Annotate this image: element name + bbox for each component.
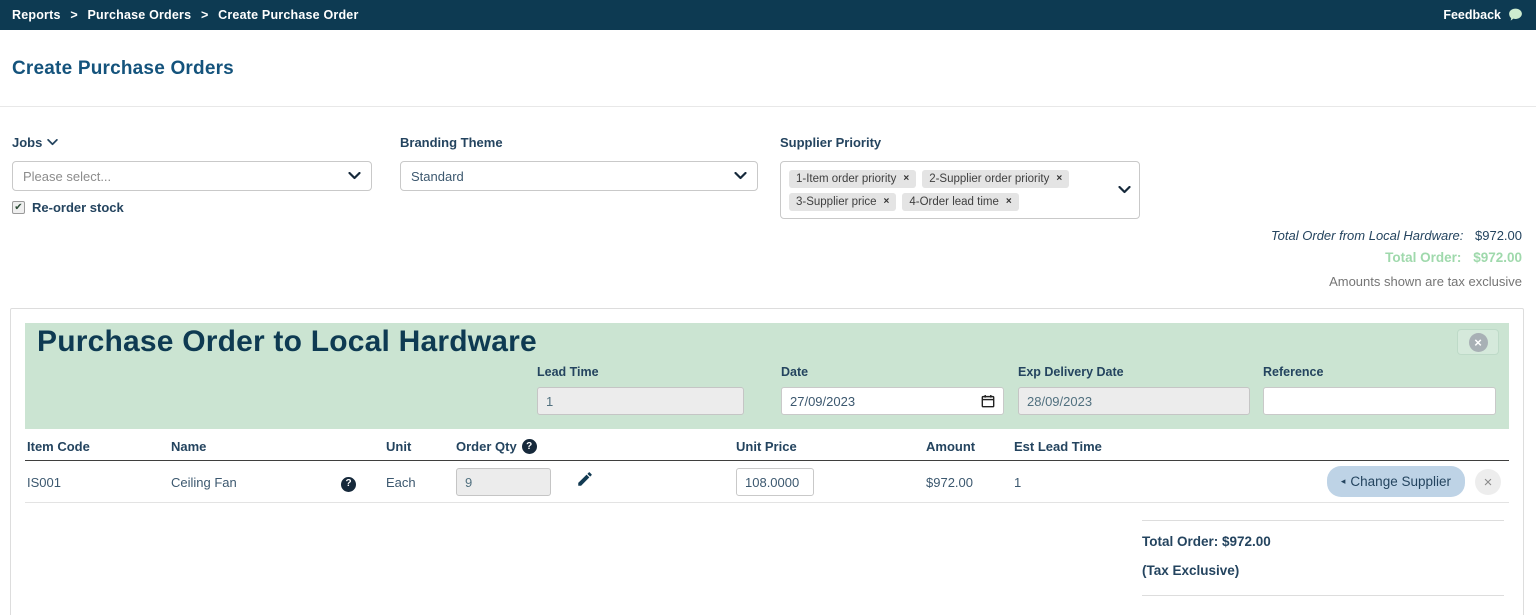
footer-total-order: Total Order: $972.00 (1142, 534, 1271, 549)
calendar-icon[interactable] (981, 394, 995, 408)
breadcrumb-purchase-orders[interactable]: Purchase Orders (88, 8, 192, 22)
help-icon[interactable]: ? (341, 476, 356, 492)
chevron-down-icon (1118, 185, 1131, 194)
breadcrumb-reports[interactable]: Reports (12, 8, 61, 22)
date-label: Date (781, 365, 809, 379)
jobs-select-placeholder: Please select... (23, 168, 112, 184)
reorder-stock-checkbox-row[interactable]: ✔ Re-order stock (12, 200, 124, 215)
breadcrumb: Reports > Purchase Orders > Create Purch… (12, 8, 359, 22)
remove-item-button[interactable]: × (1475, 469, 1501, 495)
purchase-order-panel: Purchase Order to Local Hardware × Lead … (10, 308, 1524, 615)
col-order-qty: Order Qty ? (456, 439, 537, 454)
col-name: Name (171, 439, 207, 454)
supplier-total-line: Total Order from Local Hardware: $972.00 (1271, 228, 1522, 243)
table-row: IS001 Ceiling Fan ? Each $972.00 1 ◂ Cha… (25, 461, 1509, 503)
col-amount: Amount (926, 439, 976, 454)
page-title: Create Purchase Orders (12, 58, 234, 79)
col-item-code: Item Code (27, 439, 90, 454)
table-header-row: Item Code Name Unit Order Qty ? Unit Pri… (25, 435, 1509, 461)
remove-order-button[interactable]: × (1457, 329, 1499, 355)
jobs-select[interactable]: Please select... (12, 161, 372, 191)
breadcrumb-separator: > (70, 8, 78, 22)
lead-time-field: Lead Time (537, 365, 744, 415)
speech-bubble-icon (1509, 8, 1522, 21)
est-lead-time-cell: 1 (1014, 475, 1022, 490)
item-code-cell: IS001 (27, 475, 61, 490)
checkbox-checked-icon[interactable]: ✔ (12, 201, 25, 214)
exp-delivery-date-field: Exp Delivery Date (1018, 365, 1250, 415)
priority-tag-list: 1-Item order priority × 2-Supplier order… (789, 169, 1097, 211)
unit-cell: Each (386, 475, 416, 490)
remove-tag-icon[interactable]: × (1006, 196, 1012, 207)
supplier-priority-label: Supplier Priority (780, 135, 882, 150)
item-help: ? (341, 474, 356, 492)
supplier-total-label: Total Order from Local Hardware: (1270, 228, 1464, 243)
feedback-button[interactable]: Feedback (1443, 7, 1524, 23)
reference-input[interactable] (1263, 387, 1496, 415)
item-name-cell: Ceiling Fan (171, 475, 237, 490)
chevron-down-icon (47, 139, 59, 146)
priority-tag: 2-Supplier order priority × (922, 169, 1070, 188)
priority-tag: 3-Supplier price × (789, 192, 897, 211)
remove-tag-icon[interactable]: × (903, 173, 909, 184)
feedback-label: Feedback (1443, 8, 1501, 22)
change-supplier-button[interactable]: ◂ Change Supplier (1326, 466, 1465, 497)
remove-tag-icon[interactable]: × (1056, 173, 1062, 184)
breadcrumb-separator: > (200, 8, 209, 22)
order-footer-totals: Total Order: $972.00 (Tax Exclusive) (1142, 520, 1504, 596)
reference-field: Reference (1263, 365, 1496, 415)
edit-qty-icon[interactable] (576, 470, 594, 493)
col-unit: Unit (386, 439, 412, 454)
date-input[interactable] (790, 393, 981, 409)
chevron-down-icon (734, 172, 747, 180)
priority-tag: 4-Order lead time × (902, 192, 1019, 211)
help-icon[interactable]: ? (521, 439, 537, 454)
supplier-priority-multiselect[interactable]: 1-Item order priority × 2-Supplier order… (780, 161, 1140, 219)
close-icon: × (1468, 332, 1488, 352)
jobs-label[interactable]: Jobs (12, 135, 59, 150)
remove-tag-icon[interactable]: × (884, 196, 890, 207)
lead-time-input (537, 387, 744, 415)
lead-time-label: Lead Time (537, 365, 599, 379)
branding-theme-value: Standard (411, 168, 464, 184)
col-unit-price: Unit Price (736, 439, 797, 454)
priority-tag: 1-Item order priority × (789, 169, 917, 188)
order-qty-input (456, 468, 551, 496)
triangle-left-icon: ◂ (1340, 476, 1346, 486)
unit-price-input[interactable] (736, 468, 814, 496)
supplier-total-value: $972.00 (1475, 228, 1522, 243)
date-field: Date (781, 365, 1004, 415)
footer-tax-exclusive: (Tax Exclusive) (1142, 563, 1240, 578)
breadcrumb-create-purchase-order[interactable]: Create Purchase Order (218, 8, 358, 22)
total-order-value: $972.00 (1473, 250, 1522, 265)
top-nav-bar: Reports > Purchase Orders > Create Purch… (0, 0, 1536, 30)
purchase-order-header: Purchase Order to Local Hardware × Lead … (25, 323, 1509, 429)
chevron-down-icon (348, 172, 361, 180)
col-est-lead-time: Est Lead Time (1014, 439, 1102, 454)
filters-section: Jobs Please select... ✔ Re-order stock B… (0, 107, 1536, 308)
reference-label: Reference (1263, 365, 1324, 379)
branding-theme-label: Branding Theme (400, 135, 503, 150)
branding-theme-select[interactable]: Standard (400, 161, 758, 191)
order-items-table: Item Code Name Unit Order Qty ? Unit Pri… (25, 435, 1509, 503)
amount-cell: $972.00 (926, 475, 973, 490)
tax-note: Amounts shown are tax exclusive (1329, 274, 1522, 289)
total-order-label: Total Order: (1385, 250, 1462, 265)
reorder-stock-label: Re-order stock (32, 200, 124, 215)
exp-delivery-date-input (1018, 387, 1250, 415)
date-input-wrapper (781, 387, 1004, 415)
exp-delivery-date-label: Exp Delivery Date (1018, 365, 1124, 379)
purchase-order-title: Purchase Order to Local Hardware (37, 325, 537, 358)
total-order-line: Total Order: $972.00 (1385, 250, 1522, 265)
